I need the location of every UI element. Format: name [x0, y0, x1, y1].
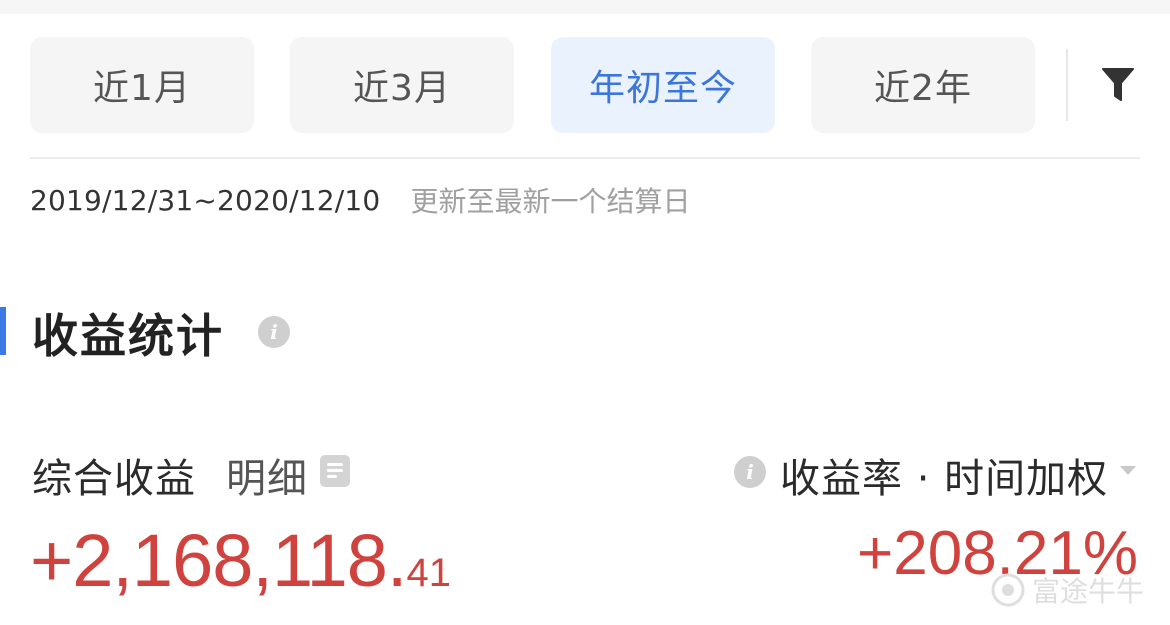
amount-decimal: 41 [406, 551, 452, 595]
tab-year-to-date[interactable]: 年初至今 [551, 37, 775, 133]
filter-icon [1102, 68, 1134, 101]
document-icon[interactable] [320, 455, 350, 487]
futu-logo-icon [991, 573, 1025, 607]
tab-last-2-years[interactable]: 近2年 [811, 37, 1035, 133]
amount-main: +2,168,118. [30, 519, 407, 602]
info-icon[interactable]: i [258, 316, 290, 348]
divider [30, 157, 1140, 159]
tab-last-3-months[interactable]: 近3月 [290, 37, 514, 133]
filter-button[interactable] [1096, 59, 1140, 111]
section-accent-bar [0, 307, 6, 355]
top-strip [0, 0, 1170, 14]
section-title: 收益统计 [32, 309, 224, 363]
chevron-down-icon[interactable] [1120, 466, 1136, 475]
date-range-text: 2019/12/31~2020/12/10 [30, 183, 381, 217]
combined-profit-amount: +2,168,118.41 [30, 518, 451, 603]
period-tabs: 近1月 近3月 年初至今 近2年 [30, 37, 1140, 133]
date-range: 2019/12/31~2020/12/10 更新至最新一个结算日 [30, 180, 690, 220]
watermark-text: 富途牛牛 [1032, 575, 1145, 608]
rate-mode-selector[interactable]: 收益率 · 时间加权 [780, 446, 1108, 504]
update-note: 更新至最新一个结算日 [410, 185, 691, 218]
tabs-divider [1066, 49, 1068, 121]
detail-link[interactable]: 明细 [226, 446, 308, 504]
rate-info-icon[interactable]: i [734, 456, 766, 488]
tab-last-1-month[interactable]: 近1月 [30, 37, 254, 133]
combined-profit-label: 综合收益 [32, 456, 196, 502]
watermark: 富途牛牛 [990, 570, 1144, 610]
